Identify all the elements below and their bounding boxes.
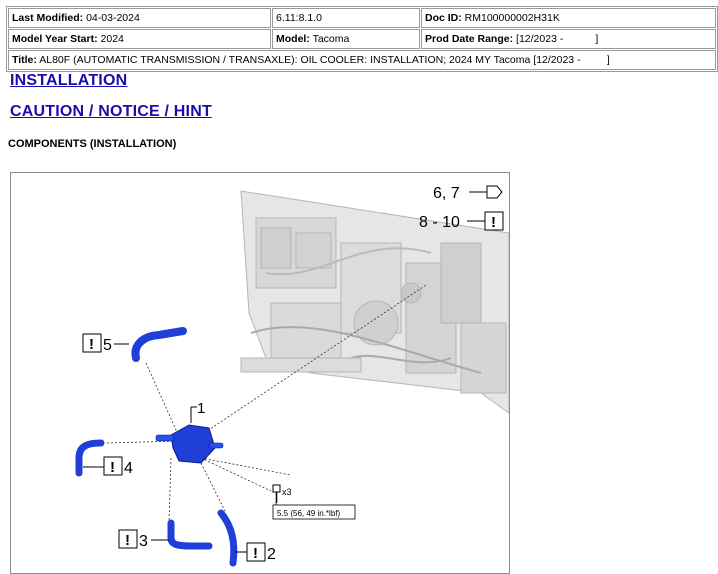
hose-5 xyxy=(131,327,187,362)
notice-icon: ! xyxy=(118,529,138,549)
torque-spec: 5.5 (56, 49 in.*lbf) xyxy=(277,509,340,518)
svg-text:!: ! xyxy=(110,459,115,476)
notice-icon: ! xyxy=(484,211,504,231)
components-illustration: 1 x3 5.5 (56, 49 in.*lbf) 6, 7 8 - 10 ! xyxy=(10,172,510,574)
notice-icon: ! xyxy=(82,333,102,353)
hose-2 xyxy=(217,509,238,567)
document-title-cell: Title: AL80F (AUTOMATIC TRANSMISSION / T… xyxy=(8,50,716,70)
svg-text:!: ! xyxy=(125,532,130,549)
doc-id-cell: Doc ID: RM100000002H31K xyxy=(421,8,716,28)
callout-2: 2 xyxy=(267,546,276,563)
installation-link[interactable]: INSTALLATION xyxy=(10,72,127,90)
svg-text:!: ! xyxy=(491,214,496,231)
callout-5: 5 xyxy=(103,337,112,354)
notice-icon: ! xyxy=(246,542,266,562)
new-part-icon xyxy=(486,185,503,199)
prod-date-range-cell: Prod Date Range: [12/2023 - ] xyxy=(421,29,716,49)
last-modified-cell: Last Modified: 04-03-2024 xyxy=(8,8,271,28)
hose-4 xyxy=(75,439,105,477)
bolt-icon xyxy=(272,484,281,503)
callout-8-10: 8 - 10 xyxy=(419,214,460,231)
document-header-table: Last Modified: 04-03-2024 6.11:8.1.0 Doc… xyxy=(6,6,718,72)
callout-4: 4 xyxy=(124,460,133,477)
model-cell: Model: Tacoma xyxy=(272,29,420,49)
model-year-cell: Model Year Start: 2024 xyxy=(8,29,271,49)
hose-3 xyxy=(167,519,213,550)
svg-text:!: ! xyxy=(253,545,258,562)
callout-3: 3 xyxy=(139,533,148,550)
version-cell: 6.11:8.1.0 xyxy=(272,8,420,28)
section-title: COMPONENTS (INSTALLATION) xyxy=(8,138,177,150)
svg-text:!: ! xyxy=(89,336,94,353)
callout-1: 1 xyxy=(197,400,205,417)
engine-bay-illustration xyxy=(240,190,509,414)
oil-cooler-part xyxy=(155,424,224,464)
notice-icon: ! xyxy=(103,456,123,476)
callout-6-7: 6, 7 xyxy=(433,185,460,202)
bolt-quantity: x3 xyxy=(282,487,292,497)
caution-notice-hint-link[interactable]: CAUTION / NOTICE / HINT xyxy=(10,103,212,121)
